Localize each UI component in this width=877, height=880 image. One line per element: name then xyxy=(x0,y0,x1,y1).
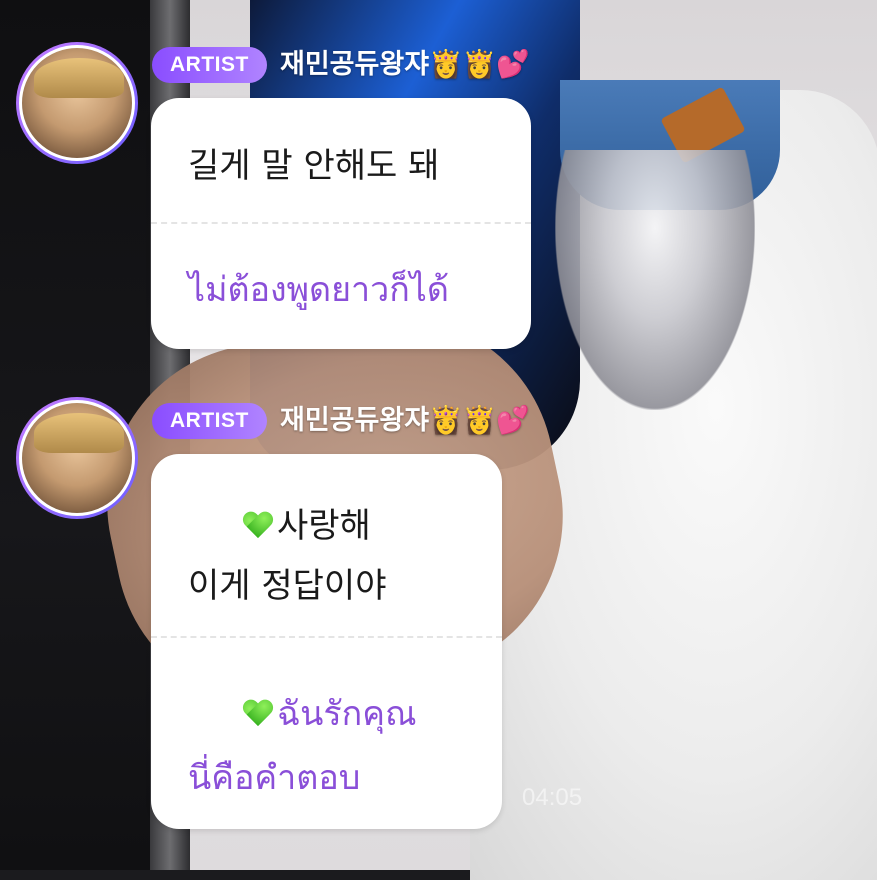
message-bubble[interactable]: 사랑해 이게 정답이야 ฉันรักคุณ นี่คือคำตอบ xyxy=(151,454,502,829)
green-heart-icon xyxy=(243,700,273,728)
artist-badge: ARTIST xyxy=(152,403,267,439)
original-text: 사랑해 xyxy=(243,498,371,547)
translated-text: นี่คือคำตอบ xyxy=(188,758,361,798)
divider xyxy=(151,636,502,638)
original-text: 이게 정답이야 xyxy=(188,566,387,606)
green-heart-icon xyxy=(243,512,273,540)
nickname: 재민공듀왕쟈👸👸💕 xyxy=(280,405,530,436)
avatar[interactable] xyxy=(16,397,138,519)
chat-message: ARTIST 재민공듀왕쟈👸👸💕 사랑해 이게 정답이야 ฉันรักคุณ น… xyxy=(0,0,877,870)
translated-text: ฉันรักคุณ xyxy=(243,686,417,740)
